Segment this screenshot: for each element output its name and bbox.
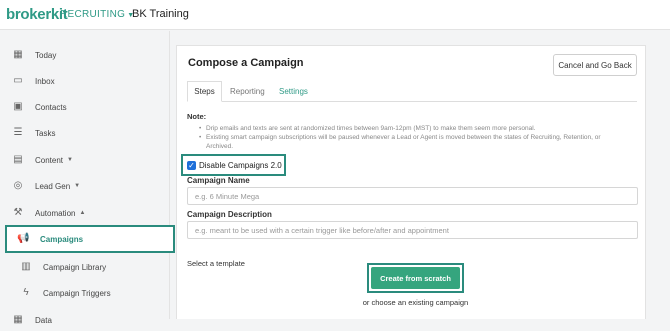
sidebar-item-label: Automation <box>35 208 76 218</box>
tasks-icon: ☰ <box>13 127 23 138</box>
sidebar-item-label: Lead Gen <box>35 181 71 191</box>
content-icon: ▤ <box>13 154 23 165</box>
sidebar-item-automation[interactable]: ⚒ Automation ▲ <box>0 202 170 224</box>
sidebar-item-today[interactable]: ▦ Today <box>0 44 170 66</box>
sidebar-item-tasks[interactable]: ☰ Tasks <box>0 122 170 144</box>
campaign-description-label: Campaign Description <box>187 210 272 219</box>
inbox-icon: ▭ <box>13 75 23 86</box>
library-icon: ▥ <box>21 261 31 272</box>
campaign-name-label: Campaign Name <box>187 176 250 185</box>
tab-settings[interactable]: Settings <box>279 81 308 102</box>
sidebar-item-lead-gen[interactable]: ◎ Lead Gen ▼ <box>0 175 170 197</box>
contacts-icon: ▣ <box>13 101 23 112</box>
sidebar-item-label: Campaigns <box>40 234 84 244</box>
select-template-label: Select a template <box>187 259 245 268</box>
cancel-button[interactable]: Cancel and Go Back <box>553 54 637 76</box>
create-button-highlight: Create from scratch <box>367 263 464 293</box>
chevron-down-icon: ▼ <box>67 157 73 163</box>
module-label: RECRUITING <box>60 9 126 20</box>
sidebar-item-label: Tasks <box>35 128 56 138</box>
choose-existing-campaign-link[interactable]: or choose an existing campaign <box>353 298 478 307</box>
sidebar-item-contacts[interactable]: ▣ Contacts <box>0 96 170 118</box>
automation-icon: ⚒ <box>13 207 23 218</box>
chevron-up-icon: ▲ <box>79 210 86 216</box>
data-icon: ▦ <box>13 314 23 325</box>
sidebar-item-content[interactable]: ▤ Content ▼ <box>0 149 170 171</box>
sidebar-item-label: Content <box>35 155 64 165</box>
organization-name: BK Training <box>132 8 189 20</box>
campaign-description-input[interactable]: e.g. meant to be used with a certain tri… <box>187 221 638 239</box>
note-item: Existing smart campaign subscriptions wi… <box>199 133 629 151</box>
disable-campaigns-toggle[interactable]: ✓ Disable Campaigns 2.0 <box>181 154 286 176</box>
chevron-down-icon: ▼ <box>74 183 81 189</box>
trigger-icon: ϟ <box>23 287 29 298</box>
module-switcher[interactable]: RECRUITING ▼ <box>60 9 134 20</box>
sidebar-item-campaign-triggers[interactable]: ϟ Campaign Triggers <box>0 282 170 304</box>
tab-reporting[interactable]: Reporting <box>230 81 265 102</box>
sidebar-item-label: Contacts <box>35 102 67 112</box>
sidebar-item-label: Inbox <box>35 76 55 86</box>
sidebar-item-campaigns[interactable]: 📢 Campaigns <box>5 225 175 253</box>
sidebar-item-label: Today <box>35 50 57 60</box>
tab-steps[interactable]: Steps <box>187 81 222 102</box>
sidebar-item-inbox[interactable]: ▭ Inbox <box>0 70 170 92</box>
checkbox-checked-icon[interactable]: ✓ <box>187 160 196 170</box>
compose-campaign-panel: Compose a Campaign Cancel and Go Back St… <box>176 45 646 319</box>
calendar-icon: ▦ <box>13 49 23 60</box>
brand-logo[interactable]: brokerkit <box>6 6 68 23</box>
page-title: Compose a Campaign <box>188 57 304 69</box>
sidebar-item-campaign-library[interactable]: ▥ Campaign Library <box>0 256 170 278</box>
sidebar: ▦ Today ▭ Inbox ▣ Contacts ☰ Tasks ▤ Con… <box>0 31 175 325</box>
megaphone-icon: 📢 <box>17 233 30 244</box>
checkbox-label: Disable Campaigns 2.0 <box>199 160 282 170</box>
note-list: Drip emails and texts are sent at random… <box>199 124 629 151</box>
sidebar-item-label: Data <box>35 315 52 325</box>
note-label: Note: <box>187 112 207 121</box>
lead-gen-icon: ◎ <box>13 180 23 191</box>
campaign-name-input[interactable]: e.g. 6 Minute Mega <box>187 187 638 205</box>
sidebar-item-label: Campaign Library <box>43 262 107 272</box>
tab-bar: Steps Reporting Settings <box>187 81 637 102</box>
top-bar: brokerkit RECRUITING ▼ BK Training <box>0 0 670 30</box>
sidebar-item-label: Campaign Triggers <box>43 288 111 298</box>
note-item: Drip emails and texts are sent at random… <box>199 124 629 133</box>
sidebar-item-data[interactable]: ▦ Data <box>0 309 170 331</box>
create-from-scratch-button[interactable]: Create from scratch <box>371 267 460 289</box>
